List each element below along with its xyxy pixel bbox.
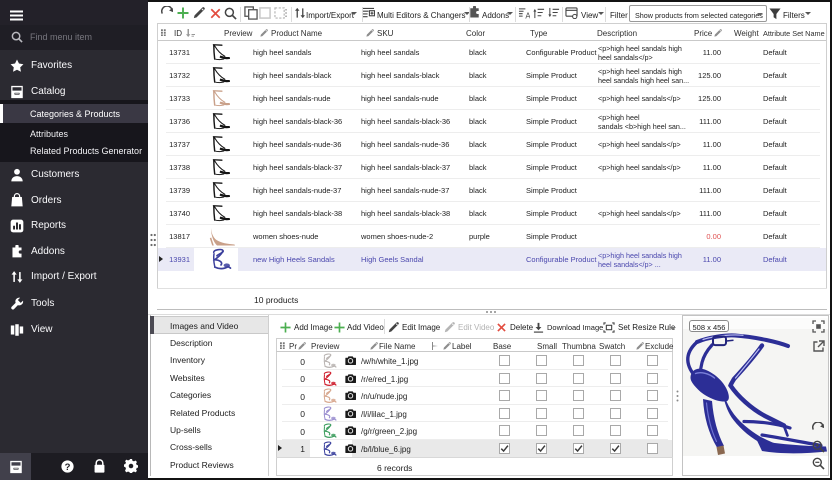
svg-text:?: ?	[65, 462, 71, 473]
svg-text:A: A	[525, 12, 530, 19]
